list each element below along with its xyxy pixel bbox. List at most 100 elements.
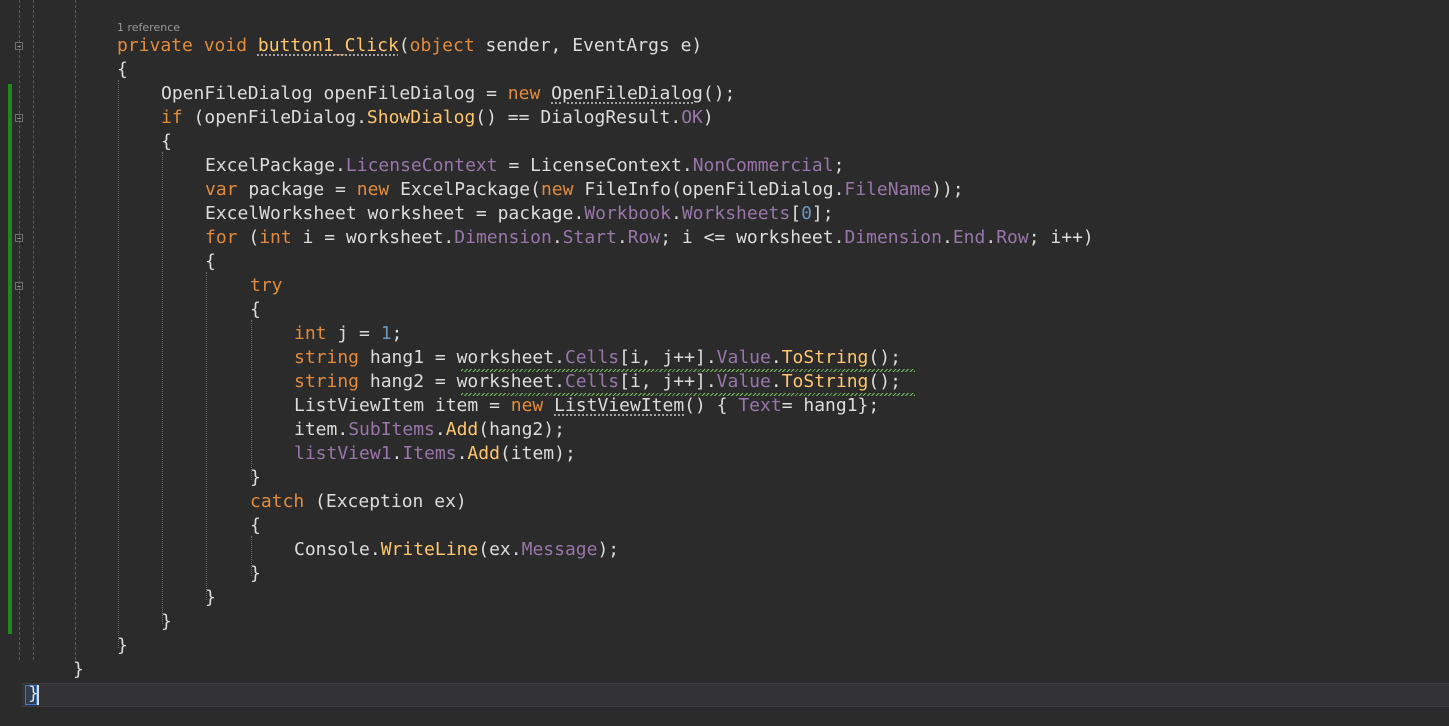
code-token: (ex. (478, 539, 522, 560)
code-token: ; (391, 323, 403, 344)
gutter-separator (19, 0, 20, 660)
code-token: ; (833, 155, 845, 176)
code-token: { (205, 251, 216, 272)
code-line[interactable]: private void button1_Click(object sender… (117, 34, 702, 58)
code-token: Row (996, 227, 1029, 248)
code-line[interactable]: OpenFileDialog openFileDialog = new Open… (161, 82, 735, 106)
code-line[interactable]: string hang2 = worksheet.Cells[i, j++].V… (294, 370, 901, 394)
code-line[interactable]: } (205, 586, 216, 610)
code-token: ]; (811, 203, 834, 224)
warning-squiggle (461, 369, 915, 372)
indent-guide (162, 152, 163, 624)
code-token: hang1 = worksheet. (359, 347, 565, 368)
code-line[interactable]: item.SubItems.Add(hang2); (294, 418, 565, 442)
code-line[interactable]: ListViewItem item = new ListViewItem() {… (294, 394, 879, 418)
code-token: () == DialogResult. (475, 107, 682, 128)
code-token: WriteLine (380, 539, 479, 560)
code-token: new (540, 179, 574, 200)
code-token: LicenseContext (345, 155, 498, 176)
code-token: ExcelWorksheet worksheet = package. (205, 203, 585, 224)
code-line[interactable]: ExcelWorksheet worksheet = package.Workb… (205, 202, 834, 226)
code-token: new (507, 83, 541, 104)
code-token: Text (738, 395, 782, 416)
code-token: { (250, 515, 261, 536)
code-token: } (73, 659, 84, 680)
code-token: OpenFileDialog (551, 83, 703, 104)
code-line[interactable]: ExcelPackage.LicenseContext = LicenseCon… (205, 154, 844, 178)
code-token: ExcelPackage( (389, 179, 541, 200)
code-token: 0 (801, 203, 812, 224)
code-token: hang2 = worksheet. (359, 371, 565, 392)
code-token: catch (250, 491, 305, 512)
code-line[interactable]: { (250, 298, 261, 322)
code-token: . (671, 203, 682, 224)
codelens-references[interactable]: 1 reference (117, 21, 180, 34)
code-token: (); (868, 347, 901, 368)
code-token: OpenFileDialog openFileDialog = (161, 83, 508, 104)
code-token: = LicenseContext. (497, 155, 693, 176)
code-editor[interactable]: 1 reference private void button1_Click(o… (0, 0, 1449, 726)
code-token: sender, EventArgs e) (474, 35, 703, 56)
code-token: } (250, 467, 261, 488)
code-token: )); (931, 179, 964, 200)
code-line[interactable]: } (250, 466, 261, 490)
code-token: . (456, 443, 468, 464)
code-line[interactable]: Console.WriteLine(ex.Message); (294, 538, 619, 562)
code-line[interactable]: { (205, 250, 216, 274)
code-token: FileInfo(openFileDialog. (573, 179, 845, 200)
code-line[interactable]: int j = 1; (294, 322, 402, 346)
code-line[interactable]: try (250, 274, 283, 298)
code-line[interactable]: string hang1 = worksheet.Cells[i, j++].V… (294, 346, 901, 370)
code-token: package = (237, 179, 357, 200)
code-token: . (942, 227, 953, 248)
code-token: . (391, 443, 403, 464)
current-line-highlight (22, 683, 1449, 707)
code-line[interactable]: } (161, 610, 172, 634)
code-token: ToString (781, 347, 869, 368)
code-token: ListViewItem item = (294, 395, 511, 416)
code-line[interactable]: } (73, 658, 84, 682)
code-token: Cells (564, 371, 620, 392)
code-line[interactable]: { (117, 58, 128, 82)
collapse-try-icon[interactable] (15, 282, 23, 290)
code-line[interactable]: var package = new ExcelPackage(new FileI… (205, 178, 964, 202)
code-line[interactable]: for (int i = worksheet.Dimension.Start.R… (205, 226, 1094, 250)
code-token: ToString (781, 371, 869, 392)
code-line[interactable]: { (250, 514, 261, 538)
code-token: Dimension (454, 227, 552, 248)
code-token: string (294, 371, 360, 392)
code-token: Row (627, 227, 661, 248)
code-line[interactable]: } (250, 562, 261, 586)
code-token: NonCommercial (692, 155, 834, 176)
code-token: (); (868, 371, 901, 392)
code-token: Add (467, 443, 500, 464)
code-line[interactable]: if (openFileDialog.ShowDialog() == Dialo… (161, 106, 714, 130)
code-token: SubItems (348, 419, 435, 440)
code-line[interactable]: { (161, 130, 172, 154)
code-token: private (117, 35, 193, 56)
code-token: Value (716, 371, 771, 392)
code-token: { (161, 131, 172, 152)
collapse-method-icon[interactable] (15, 42, 23, 50)
code-line[interactable]: listView1.Items.Add(item); (294, 442, 576, 466)
code-token: int (259, 227, 292, 248)
code-token: void (203, 35, 248, 56)
code-token: [i, j++]. (619, 347, 717, 368)
code-token: Dimension (844, 227, 942, 248)
code-line[interactable]: catch (Exception ex) (250, 490, 467, 514)
collapse-for-icon[interactable] (15, 234, 23, 242)
code-line[interactable]: } (117, 634, 128, 658)
code-token: . (985, 227, 997, 248)
code-token: (openFileDialog. (182, 107, 367, 128)
code-token: . (434, 419, 446, 440)
text-caret (37, 685, 39, 705)
indent-guide (251, 320, 252, 480)
code-token: () { (684, 395, 739, 416)
collapse-if-icon[interactable] (15, 114, 23, 122)
code-token: { (117, 59, 128, 80)
code-token: i = worksheet. (291, 227, 455, 248)
code-token: Message (521, 539, 598, 560)
